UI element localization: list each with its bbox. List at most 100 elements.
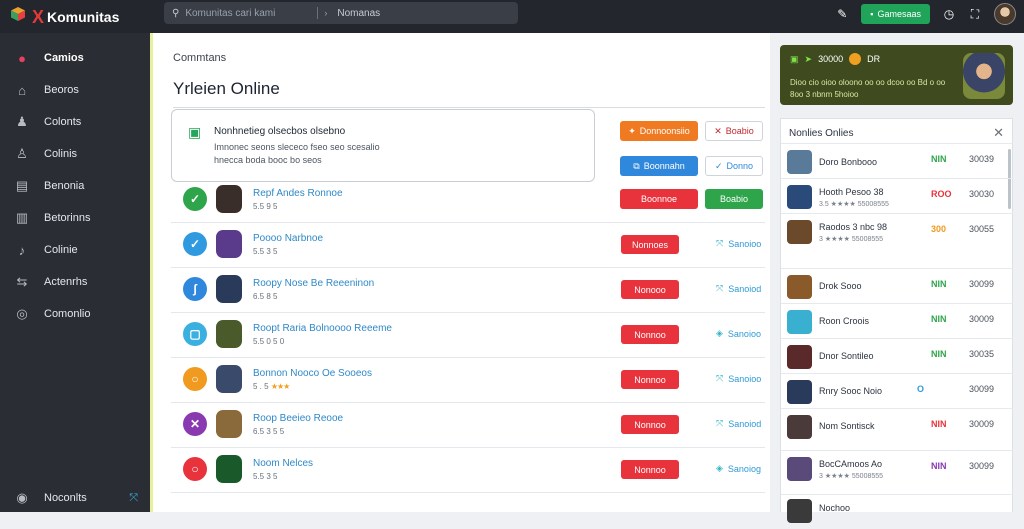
sidebar-item-beoros[interactable]: ⌂ Beoros <box>0 74 150 106</box>
row-title[interactable]: Roopt Raria Bolnoooo Reeeme <box>253 323 392 334</box>
game-thumbnail <box>216 185 242 213</box>
share-icon[interactable]: ⤧ <box>129 492 138 505</box>
table-row[interactable]: ✕ Roop Beeieo Reooe 6.5 3 5 5 Nonnoo ⤧ Sa… <box>171 403 765 448</box>
list-item[interactable]: BocCAmoos Ao 3 ★★★★ 55008555 NIN 30099 <box>781 450 1013 485</box>
player-score: 30099 <box>969 461 995 471</box>
share-icon: ⤧ <box>716 418 724 428</box>
table-row[interactable]: ○ Noom Nelces 5.5 3 5 Nonnoo ◈ Sanoiog <box>171 448 765 493</box>
list-item[interactable]: Doro Bonbooo NIN 30039 <box>781 143 1013 178</box>
table-row[interactable]: ▢ Roopt Raria Bolnoooo Reeeme 5.5 0 5 0 … <box>171 313 765 358</box>
notice-title: Nonhnetieg olsecbos olsebno <box>214 126 346 137</box>
row-title[interactable]: Roop Beeieo Reooe <box>253 413 343 424</box>
top-action-button[interactable]: ▪ Gamesaas <box>861 4 930 24</box>
table-row[interactable]: ○ Bonnon Nooco Oe Sooeos 5 . 5 ★★★ Nonno… <box>171 358 765 403</box>
close-icon[interactable]: ✕ <box>993 125 1004 141</box>
coin-icon <box>849 53 862 65</box>
sidebar-item-colonts[interactable]: ♟ Colonts <box>0 106 150 138</box>
list-item[interactable]: Roon Croois NIN 30009 <box>781 303 1013 338</box>
game-thumbnail <box>216 455 242 483</box>
row-link[interactable]: ⤧ Sanoioo <box>716 373 761 384</box>
sidebar-item-label: Comonlio <box>44 308 91 320</box>
status-icon: ▢ <box>183 322 207 346</box>
list-item[interactable]: Hooth Pesoo 38 3.5 ★★★★ 55008555 ROO 300… <box>781 178 1013 213</box>
row-link[interactable]: ◈ Sanoiog <box>716 463 761 474</box>
sidebar-item-colinie[interactable]: ♪ Colinie <box>0 234 150 266</box>
list-item[interactable]: Rnry Sooc Noio O 30099 <box>781 373 1013 408</box>
player-thumbnail <box>787 415 812 439</box>
player-status: NIN <box>931 154 947 164</box>
player-status: 300 <box>931 224 947 234</box>
sidebar-item-comonlio[interactable]: ◎ Comonlio <box>0 298 150 330</box>
player-thumbnail <box>787 457 812 481</box>
document-check-icon: ▣ <box>188 124 202 140</box>
row-title[interactable]: Noom Nelces <box>253 458 313 469</box>
search-scope[interactable]: Nomanas <box>337 8 380 19</box>
chart-icon: ⇆ <box>16 274 28 289</box>
flag-icon: ▣ <box>790 53 799 64</box>
outline-blue-button[interactable]: ✓ Donno <box>705 156 763 176</box>
player-score: 30099 <box>969 279 995 289</box>
player-name: Nom Sontisck <box>819 421 875 431</box>
logo[interactable]: X Komunitas <box>0 6 150 27</box>
top-bar: X Komunitas ⚲ Komunitas cari kami › Noma… <box>0 0 1024 33</box>
row-link[interactable]: ⤧ Sanoioo <box>716 238 761 249</box>
table-row[interactable]: ʃ Roopy Nose Be Reeeninon 6.5 8 5 Nonooo… <box>171 268 765 313</box>
brand-x: X <box>32 6 45 27</box>
button-label: Donno <box>726 161 754 171</box>
row-title[interactable]: Bonnon Nooco Oe Sooeos <box>253 368 372 379</box>
search-bar[interactable]: ⚲ Komunitas cari kami › Nomanas <box>164 2 518 24</box>
breadcrumb[interactable]: Commtans <box>173 52 226 64</box>
sidebar-item-noconlts[interactable]: ◉ Noconlts ⤧ <box>0 490 150 506</box>
notice-text: Imnonec seons slececo fseo seo scesalio <box>214 142 380 152</box>
row-link[interactable]: ◈ Sanoioo <box>716 328 761 339</box>
clock-icon[interactable]: ◷ <box>942 7 956 21</box>
row-title[interactable]: Poooo Narbnoe <box>253 233 323 244</box>
share-icon: ⤧ <box>716 373 724 383</box>
sidebar-item-betorinns[interactable]: ▥ Betorinns <box>0 202 150 234</box>
row-link[interactable]: ⤧ Sanoiod <box>716 283 761 294</box>
list-item[interactable]: Raodos 3 nbc 98 3 ★★★★ 55008555 300 3005… <box>781 213 1013 248</box>
outline-red-button[interactable]: ✕ Boabio <box>705 121 763 141</box>
row-red-button[interactable]: Nonnoo <box>621 325 679 344</box>
list-item[interactable]: Drok Sooo NIN 30099 <box>781 268 1013 303</box>
music-icon: ♪ <box>18 242 26 258</box>
player-thumbnail <box>787 380 812 404</box>
avatar[interactable] <box>994 3 1016 25</box>
player-score: 30099 <box>969 384 995 394</box>
sidebar-item-benonia[interactable]: ▤ Benonia <box>0 170 150 202</box>
player-score: 30055 <box>969 224 995 234</box>
player-name: Dnor Sontileo <box>819 351 874 361</box>
promo-text: Dioo cio oioo oloono oo oo dcoo oo Bd o … <box>790 78 946 99</box>
row-link[interactable]: ⤧ Sanoiod <box>716 418 761 429</box>
row-red-button[interactable]: Nonnoo <box>621 370 679 389</box>
sidebar-item-camios[interactable]: ● Camios <box>0 42 150 74</box>
row-title[interactable]: Repf Andes Ronnoe <box>253 188 343 199</box>
search-input[interactable]: Komunitas cari kami <box>185 8 275 19</box>
sidebar-item-colinis[interactable]: ♙ Colinis <box>0 138 150 170</box>
row-red-button[interactable]: Nonooo <box>621 280 679 299</box>
fullscreen-icon[interactable]: ⛶ <box>968 7 982 22</box>
table-row[interactable]: ✓ Repf Andes Ronnoe 5.5 9 5 <box>171 178 765 223</box>
page-title: Yrleien Online <box>173 79 280 98</box>
x-icon: ✕ <box>714 125 722 136</box>
list-item[interactable]: Dnor Sontileo NIN 30035 <box>781 338 1013 373</box>
game-thumbnail <box>216 365 242 393</box>
row-title[interactable]: Roopy Nose Be Reeeninon <box>253 278 374 289</box>
sidebar-item-label: Colinis <box>44 148 78 160</box>
player-status: NIN <box>931 349 947 359</box>
pen-icon[interactable]: ✎ <box>835 7 849 21</box>
row-red-button[interactable]: Nonnoo <box>621 460 679 479</box>
row-red-button[interactable]: Nonnoes <box>621 235 679 254</box>
sidebar-item-actenrhs[interactable]: ⇆ Actenrhs <box>0 266 150 298</box>
sidebar-item-label: Betorinns <box>44 212 91 224</box>
table-row[interactable]: ✓ Poooo Narbnoe 5.5 3 5 Nonnoes ⤧ Sanoioo <box>171 223 765 268</box>
promo-header: ▣ ➤ 30000 DR <box>790 53 880 65</box>
player-name: Raodos 3 nbc 98 <box>819 222 888 232</box>
star-rating: ★★★ <box>270 382 290 391</box>
blue-action-button[interactable]: ⧉ Boonnahn <box>620 156 698 176</box>
orange-action-button[interactable]: ✦ Donnoonsiio <box>620 121 698 141</box>
list-item[interactable]: Nom Sontisck NIN 30009 <box>781 408 1013 443</box>
share-icon: ⤧ <box>716 283 724 293</box>
promo-banner[interactable]: ▣ ➤ 30000 DR Dioo cio oioo oloono oo oo … <box>780 45 1013 105</box>
row-red-button[interactable]: Nonnoo <box>621 415 679 434</box>
